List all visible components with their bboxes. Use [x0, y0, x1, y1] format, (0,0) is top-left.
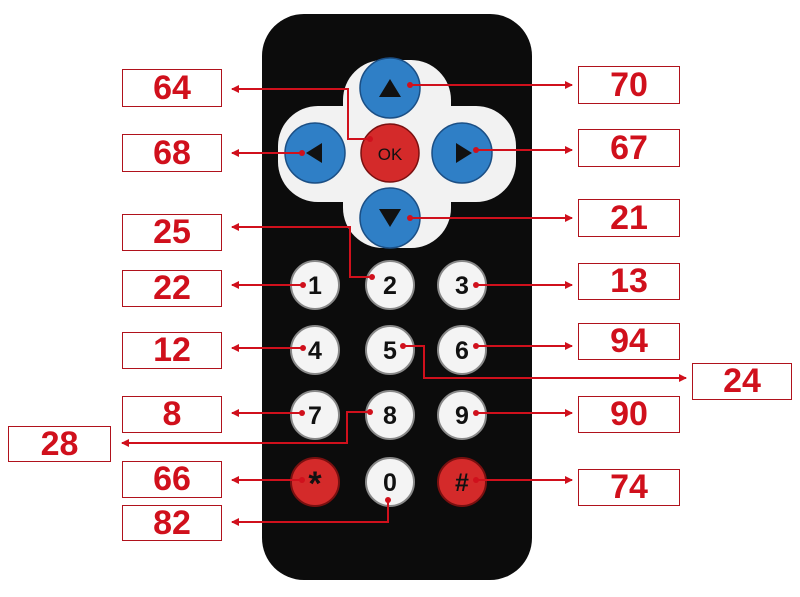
leader-dot-k9 — [473, 410, 479, 416]
code-label-left: 68 — [122, 134, 222, 172]
leader-dot-star — [299, 477, 305, 483]
key-k7-button[interactable]: 7 — [290, 390, 340, 440]
leader-dot-ok — [367, 136, 373, 142]
leader-dot-down — [407, 215, 413, 221]
leader-dot-k8 — [367, 409, 373, 415]
code-label-k1: 22 — [122, 269, 222, 307]
ir-remote-diagram: OK 1 2 34 5 67 8 9* 0 # — [121, 14, 687, 580]
code-label-k0: 82 — [122, 504, 222, 542]
code-label-hash: 74 — [578, 468, 680, 506]
leader-dot-k7 — [299, 410, 305, 416]
key-k1-label: 1 — [308, 272, 322, 300]
key-k2-button[interactable]: 2 — [365, 260, 415, 310]
leader-dot-hash — [473, 477, 479, 483]
code-label-k4: 12 — [122, 331, 222, 369]
key-hash-button[interactable]: # — [437, 457, 487, 507]
leader-dot-k3 — [473, 282, 479, 288]
key-k8-button[interactable]: 8 — [365, 390, 415, 440]
code-label-k3: 13 — [578, 262, 680, 300]
leader-dot-k2 — [369, 274, 375, 280]
key-star-button[interactable]: * — [290, 457, 340, 507]
key-k9-button[interactable]: 9 — [437, 390, 487, 440]
key-k7-label: 7 — [308, 402, 322, 430]
key-star-label: * — [308, 465, 322, 503]
leader-dot-k1 — [300, 282, 306, 288]
code-label-k7: 8 — [122, 395, 222, 433]
key-hash-label: # — [455, 469, 469, 497]
key-k6-button[interactable]: 6 — [437, 325, 487, 375]
key-k3-label: 3 — [455, 272, 469, 300]
code-label-star: 66 — [122, 460, 222, 498]
ok-button[interactable]: OK — [360, 123, 420, 183]
leader-dot-k0 — [385, 497, 391, 503]
leader-dot-left — [299, 150, 305, 156]
key-k5-label: 5 — [383, 337, 397, 365]
key-k2-label: 2 — [383, 272, 397, 300]
code-label-k6: 94 — [578, 322, 680, 360]
code-label-up: 70 — [578, 66, 680, 104]
code-label-k9: 90 — [578, 395, 680, 433]
key-k6-label: 6 — [455, 337, 469, 365]
up-button[interactable] — [359, 57, 421, 119]
right-button[interactable] — [431, 122, 493, 184]
leader-dot-right — [473, 147, 479, 153]
key-k4-button[interactable]: 4 — [290, 325, 340, 375]
key-k5-button[interactable]: 5 — [365, 325, 415, 375]
key-k4-label: 4 — [308, 337, 322, 365]
leader-dot-k5 — [400, 343, 406, 349]
code-label-ok: 64 — [122, 69, 222, 107]
leader-dot-k6 — [473, 343, 479, 349]
key-k9-label: 9 — [455, 402, 469, 430]
code-label-right: 67 — [578, 129, 680, 167]
key-k8-label: 8 — [383, 402, 397, 430]
code-label-k5: 24 — [692, 362, 792, 400]
code-label-k8: 28 — [8, 425, 111, 463]
key-k0-label: 0 — [383, 469, 397, 497]
code-label-down: 21 — [578, 199, 680, 237]
leader-dot-up — [407, 82, 413, 88]
ok-label: OK — [378, 145, 403, 164]
code-label-k2: 25 — [122, 213, 222, 251]
leader-dot-k4 — [300, 345, 306, 351]
